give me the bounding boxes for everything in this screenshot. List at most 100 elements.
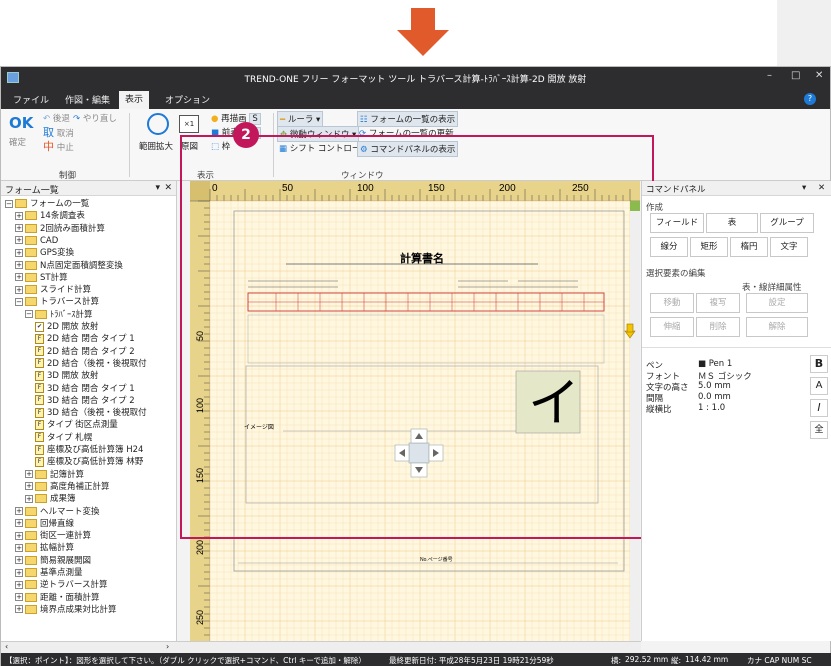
menu-draw-edit[interactable]: 作図・編集 [59, 92, 116, 107]
redraw-button[interactable]: ● 再描画 S [209, 111, 263, 125]
expand-toggle-icon[interactable]: + [15, 531, 23, 540]
prop-value[interactable]: 0.0 mm [698, 392, 731, 402]
panel-menu-icon[interactable]: ▾ [802, 183, 806, 193]
move-button[interactable]: 移動 [650, 293, 694, 313]
tree-folder-item[interactable]: + 逆トラバース計算 [15, 579, 108, 591]
tree-form-item[interactable]: F 3D 結合 閉合 タイプ 1 [35, 383, 135, 395]
expand-toggle-icon[interactable]: − [25, 310, 33, 319]
scroll-right-icon[interactable]: › [166, 642, 169, 651]
tree-form-item[interactable]: F 2D 結合 閉合 タイプ 2 [35, 346, 135, 358]
ruler-button[interactable]: ━ ルーラ ▾ [277, 111, 324, 127]
tree-folder-item[interactable]: + 距離・面積計算 [15, 592, 100, 604]
zoom-icon[interactable] [147, 113, 169, 135]
tree-folder-item[interactable]: + 記簿計算 [25, 469, 84, 481]
zoom-range-button[interactable]: 範囲拡大 [137, 139, 175, 153]
tree-folder-item[interactable]: + ヘルマート変換 [15, 506, 100, 518]
group-button[interactable]: グループ [760, 213, 814, 233]
tree-folder-item[interactable]: + CAD [15, 235, 58, 247]
expand-toggle-icon[interactable]: + [15, 556, 23, 565]
expand-toggle-icon[interactable]: + [15, 593, 23, 602]
tree-folder-item[interactable]: + ST計算 [15, 272, 68, 284]
tree-folder-item[interactable]: + スライド計算 [15, 284, 91, 296]
field-button[interactable]: フィールド [650, 213, 704, 233]
help-icon[interactable]: ? [804, 93, 816, 105]
tree-folder-item[interactable]: − ﾄﾗﾊﾞｰｽ計算 [25, 309, 93, 321]
line-button[interactable]: 線分 [650, 237, 688, 257]
expand-toggle-icon[interactable]: + [15, 580, 23, 589]
release-button[interactable]: 解除 [746, 317, 808, 337]
vertical-text-button[interactable]: A [810, 377, 828, 395]
tree-folder-item[interactable]: + GPS変換 [15, 247, 74, 259]
expand-toggle-icon[interactable]: + [25, 494, 33, 503]
tree-form-item[interactable]: F 2D 結合 閉合 タイプ 1 [35, 333, 135, 345]
full-width-button[interactable]: 全 [810, 421, 828, 439]
tree-form-item[interactable]: F 3D 結合（後視・後視取付 [35, 407, 147, 419]
horizontal-scrollbar[interactable]: ‹ › [1, 641, 641, 653]
redo-button[interactable]: ↷ やり直し [71, 111, 119, 125]
table-button[interactable]: 表 [706, 213, 758, 233]
menu-file[interactable]: ファイル [7, 92, 55, 107]
menu-options[interactable]: オプション [159, 92, 216, 107]
tree-folder-item[interactable]: + 高度角補正計算 [25, 481, 110, 493]
setting-button[interactable]: 設定 [746, 293, 808, 313]
expand-toggle-icon[interactable]: + [15, 519, 23, 528]
tree-folder-item[interactable]: + 成果簿 [25, 493, 76, 505]
expand-toggle-icon[interactable]: − [15, 297, 23, 306]
copy-button[interactable]: 複写 [696, 293, 740, 313]
tree-form-item[interactable]: F タイプ 札幌 [35, 432, 92, 444]
expand-toggle-icon[interactable]: + [15, 507, 23, 515]
minimize-icon[interactable]: – [767, 70, 772, 81]
tree-form-item[interactable]: F タイプ 街区点測量 [35, 419, 118, 431]
ok-button[interactable]: OK [7, 113, 35, 133]
bold-button[interactable]: B [810, 355, 828, 373]
text-button[interactable]: 文字 [770, 237, 808, 257]
expand-toggle-icon[interactable]: + [15, 285, 23, 294]
italic-button[interactable]: I [810, 399, 828, 417]
panel-close-icon[interactable]: ✕ [818, 183, 825, 193]
tree-folder-item[interactable]: + 基準点測量 [15, 567, 83, 579]
tree-form-item[interactable]: F 3D 結合 閉合 タイプ 2 [35, 395, 135, 407]
tree-folder-item[interactable]: + 回帰直線 [15, 518, 74, 530]
prop-value[interactable]: ■ Pen 1 [698, 359, 732, 369]
tree-form-item[interactable]: F 座標及び高低計算簿 林野 [35, 456, 143, 468]
tree-menu-icon[interactable]: ▾ [155, 183, 160, 193]
form-list-show-button[interactable]: ☷ フォームの一覧の表示 [357, 111, 459, 127]
scroll-left-icon[interactable]: ‹ [5, 642, 8, 651]
tree-folder-item[interactable]: + 境界点成果対比計算 [15, 604, 117, 616]
tree-folder-item[interactable]: + N点固定面積調整変換 [15, 260, 123, 272]
expand-toggle-icon[interactable]: + [15, 568, 23, 577]
close-icon[interactable]: ✕ [815, 70, 823, 81]
expand-toggle-icon[interactable]: + [15, 543, 23, 552]
expand-toggle-icon[interactable]: + [15, 211, 23, 220]
ellipse-button[interactable]: 楕円 [730, 237, 768, 257]
tree-form-item[interactable]: ✔ 2D 開放 放射 [35, 321, 98, 333]
expand-toggle-icon[interactable]: + [25, 470, 33, 479]
tree-form-item[interactable]: F 座標及び高低計算簿 H24 [35, 444, 143, 456]
tree-folder-item[interactable]: + 街区一連計算 [15, 530, 91, 542]
page-number-field[interactable]: No.ページ番号 [420, 556, 453, 563]
expand-toggle-icon[interactable]: − [5, 199, 13, 208]
rect-button[interactable]: 矩形 [690, 237, 728, 257]
expand-toggle-icon[interactable]: + [15, 273, 23, 282]
expand-toggle-icon[interactable]: + [15, 236, 23, 245]
tree-form-item[interactable]: F 3D 開放 放射 [35, 370, 98, 382]
scale-1x-icon[interactable]: ×1 [179, 115, 199, 133]
expand-toggle-icon[interactable]: + [25, 482, 33, 491]
abort-button[interactable]: 中 中止 [41, 137, 76, 155]
expand-toggle-icon[interactable]: + [15, 248, 23, 257]
tree-folder-item[interactable]: + 簡易親展開図 [15, 555, 91, 567]
tree-folder-item[interactable]: + 拡幅計算 [15, 542, 74, 554]
prop-value[interactable]: 1 : 1.0 [698, 403, 725, 413]
tree-folder-item[interactable]: +2回読み面積計算 [15, 223, 105, 235]
expand-toggle-icon[interactable]: + [15, 261, 23, 269]
delete-button[interactable]: 削除 [696, 317, 740, 337]
menu-view[interactable]: 表示 [119, 91, 150, 109]
tree-folder-item[interactable]: +14条調査表 [15, 210, 85, 222]
tree-close-icon[interactable]: ✕ [164, 183, 172, 193]
stretch-button[interactable]: 伸縮 [650, 317, 694, 337]
tree-form-item[interactable]: F 2D 結合（後視・後視取付 [35, 358, 147, 370]
expand-toggle-icon[interactable]: + [15, 605, 23, 614]
tree-folder-item[interactable]: − フォームの一覧 [5, 198, 89, 210]
maximize-icon[interactable]: □ [791, 70, 800, 81]
tree-folder-item[interactable]: − トラバース計算 [15, 296, 99, 308]
